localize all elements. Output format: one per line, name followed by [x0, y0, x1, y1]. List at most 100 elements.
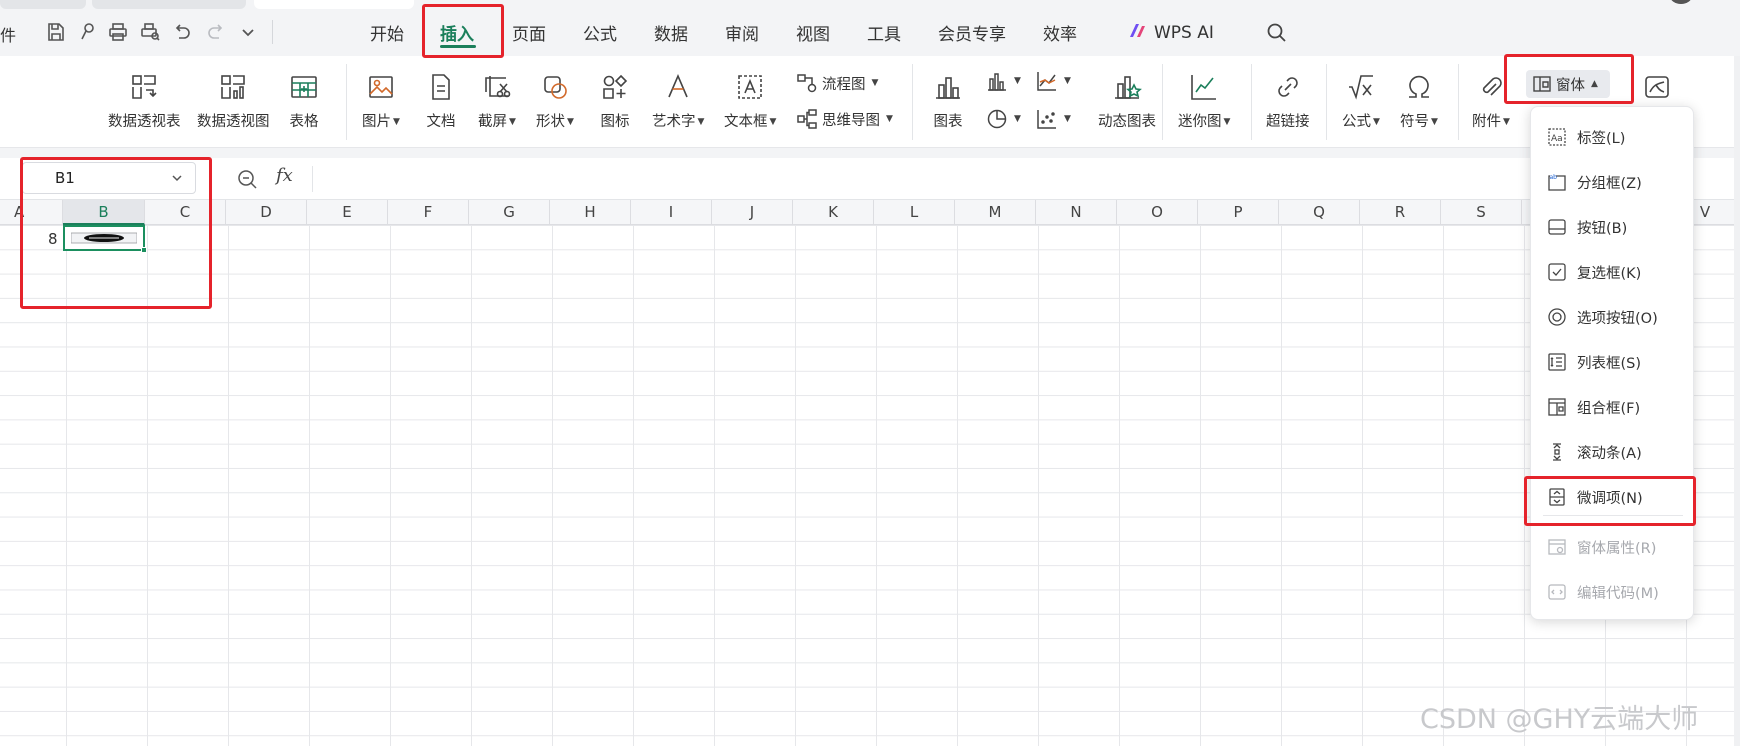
name-box[interactable]: B1: [22, 162, 196, 194]
symbol-button[interactable]: 符号 ▼: [1400, 72, 1438, 131]
menu-item-text: 选项按钮(O): [1577, 310, 1658, 327]
tab-home[interactable]: 开始: [370, 20, 404, 46]
hyperlink-button[interactable]: 超链接: [1266, 72, 1310, 131]
ribbon-divider: [912, 64, 913, 140]
redo-icon[interactable]: [204, 20, 228, 44]
tab-formulas[interactable]: 公式: [583, 20, 617, 46]
chart-label: 图表: [933, 114, 963, 130]
cell-a1-value[interactable]: 8: [48, 230, 58, 248]
column-header-m[interactable]: M: [955, 200, 1036, 225]
column-header-e[interactable]: E: [307, 200, 388, 225]
wps-ai-button[interactable]: WPS AI: [1128, 20, 1214, 46]
wps-ai-label: WPS AI: [1154, 23, 1214, 43]
column-header-n[interactable]: N: [1036, 200, 1117, 225]
pie-chart-button[interactable]: ▼: [986, 108, 1021, 130]
form-controls-button[interactable]: 窗体 ▲: [1526, 70, 1610, 98]
avatar[interactable]: [1670, 0, 1692, 4]
sparkline-button[interactable]: 迷你图 ▼: [1178, 72, 1230, 131]
column-header-g[interactable]: G: [469, 200, 550, 225]
column-header-p[interactable]: P: [1198, 200, 1279, 225]
document-tab-stub[interactable]: [0, 0, 86, 9]
menu-item-checkbox[interactable]: 复选框(K): [1531, 252, 1695, 292]
formula-button[interactable]: 公式 ▼: [1342, 72, 1380, 131]
line-chart-button[interactable]: ▼: [1036, 70, 1071, 92]
column-chart-button[interactable]: ▼: [986, 70, 1021, 92]
scatter-chart-button[interactable]: ▼: [1036, 108, 1071, 130]
column-header-c[interactable]: C: [145, 200, 226, 225]
column-header-k[interactable]: K: [793, 200, 874, 225]
chart-button[interactable]: 图表: [933, 72, 963, 131]
spreadsheet-grid[interactable]: A B C D E F G H I J K L M N O P Q R S V …: [0, 200, 1740, 746]
tab-efficiency[interactable]: 效率: [1043, 20, 1077, 46]
flowchart-icon: [797, 74, 817, 93]
tab-member[interactable]: 会员专享: [938, 20, 1006, 46]
column-header-q[interactable]: Q: [1279, 200, 1360, 225]
flowchart-button[interactable]: 流程图 ▼: [796, 72, 878, 94]
document-tab-stub[interactable]: [92, 0, 246, 9]
menu-item-text: 滚动条(A): [1577, 445, 1642, 462]
wordart-button[interactable]: 艺术字 ▼: [652, 72, 704, 131]
insert-function-button[interactable]: fx: [276, 165, 293, 186]
dynamic-chart-button[interactable]: 动态图表: [1098, 72, 1156, 131]
column-header-l[interactable]: L: [874, 200, 955, 225]
icon-button[interactable]: 图标: [600, 72, 630, 131]
mindmap-button[interactable]: 思维导图 ▼: [796, 108, 893, 130]
chevron-down-icon[interactable]: [236, 20, 260, 44]
picture-button[interactable]: 图片 ▼: [362, 72, 400, 131]
picture-label: 图片 ▼: [362, 114, 400, 130]
watermark: CSDN @GHY云端大师: [1420, 704, 1699, 735]
column-header-f[interactable]: F: [388, 200, 469, 225]
format-painter-icon[interactable]: [76, 20, 100, 44]
shape-button[interactable]: 形状 ▼: [536, 72, 574, 131]
menu-item-spinner[interactable]: 微调项(N): [1531, 477, 1695, 517]
menu-item-button[interactable]: 按钮(B): [1531, 207, 1695, 247]
document-button[interactable]: 文档: [426, 72, 456, 131]
tab-insert[interactable]: 插入: [440, 20, 474, 46]
omega-icon: [1404, 72, 1434, 102]
undo-icon[interactable]: [170, 20, 194, 44]
zoom-out-icon[interactable]: [236, 168, 258, 190]
column-header-j[interactable]: J: [712, 200, 793, 225]
column-header-r[interactable]: R: [1360, 200, 1441, 225]
print-icon[interactable]: [106, 20, 130, 44]
more-insert-button[interactable]: [1642, 72, 1672, 102]
pivot-chart-button[interactable]: 数据透视图: [197, 72, 270, 131]
mindmap-label: 思维导图: [822, 112, 880, 129]
search-icon[interactable]: [1265, 21, 1289, 45]
menu-item-listbox[interactable]: 列表框(S): [1531, 342, 1695, 382]
form-label: 窗体: [1556, 77, 1585, 94]
tab-tools[interactable]: 工具: [867, 20, 901, 46]
chevron-down-icon[interactable]: [169, 170, 185, 186]
column-header-o[interactable]: O: [1117, 200, 1198, 225]
pivot-table-button[interactable]: 数据透视表: [108, 72, 181, 131]
table-button[interactable]: 表格: [289, 72, 319, 131]
ribbon-divider: [346, 64, 347, 140]
menu-item-label[interactable]: Aa 标签(L): [1531, 117, 1695, 157]
menu-item-text: 复选框(K): [1577, 265, 1642, 282]
tab-data[interactable]: 数据: [654, 20, 688, 46]
print-preview-icon[interactable]: [138, 20, 162, 44]
file-menu[interactable]: 件: [0, 22, 16, 46]
column-header-b[interactable]: B: [63, 200, 145, 225]
menu-item-combobox[interactable]: 组合框(F): [1531, 387, 1695, 427]
tab-review[interactable]: 审阅: [725, 20, 759, 46]
menu-item-radio[interactable]: 选项按钮(O): [1531, 297, 1695, 337]
menu-item-group-box[interactable]: ab 分组框(Z): [1531, 162, 1695, 202]
tab-page[interactable]: 页面: [512, 20, 546, 46]
attachment-button[interactable]: 附件 ▼: [1472, 72, 1510, 131]
column-header-h[interactable]: H: [550, 200, 631, 225]
menu-item-scrollbar[interactable]: 滚动条(A): [1531, 432, 1695, 472]
spinner-control[interactable]: [71, 231, 137, 245]
fill-handle[interactable]: [141, 247, 147, 253]
column-header-d[interactable]: D: [226, 200, 307, 225]
hyperlink-label: 超链接: [1266, 114, 1310, 130]
active-cell-b1[interactable]: [63, 225, 147, 253]
save-icon[interactable]: [44, 20, 68, 44]
column-header-i[interactable]: I: [631, 200, 712, 225]
column-header-s[interactable]: S: [1441, 200, 1522, 225]
tab-view[interactable]: 视图: [796, 20, 830, 46]
textbox-button[interactable]: 文本框 ▼: [724, 72, 776, 131]
column-header-a[interactable]: A: [0, 200, 63, 225]
screenshot-button[interactable]: 截屏 ▼: [478, 72, 516, 131]
document-tab-active-stub[interactable]: [254, 0, 414, 9]
